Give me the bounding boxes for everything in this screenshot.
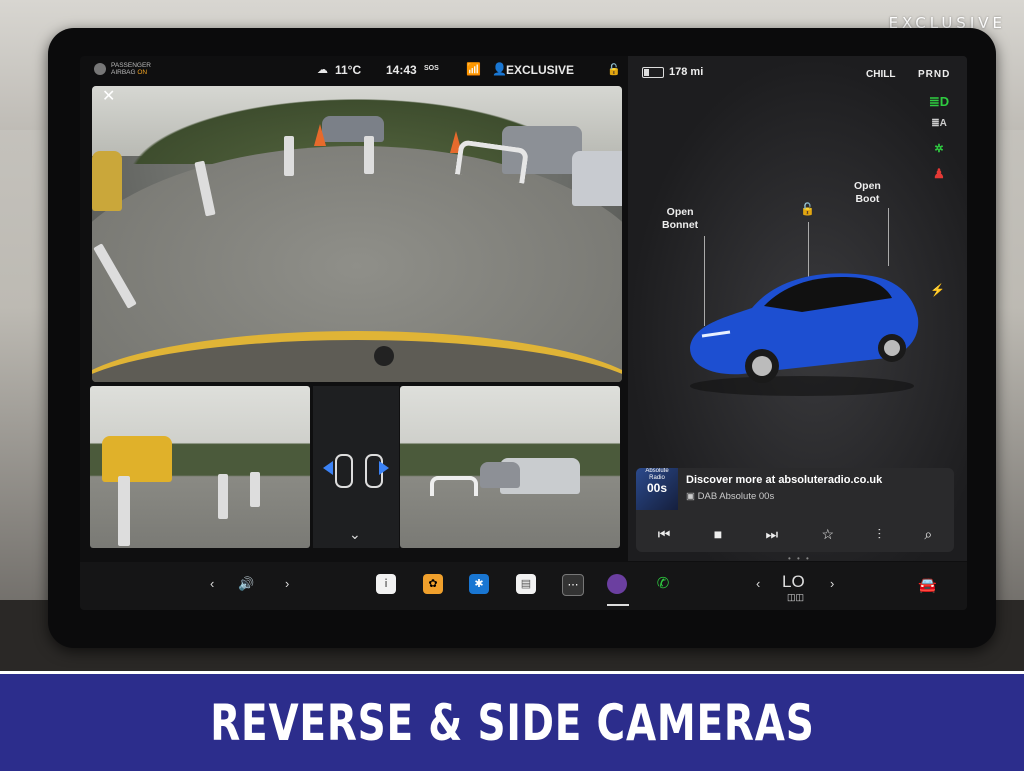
- sos-indicator[interactable]: SOS: [424, 65, 439, 72]
- rear-camera-view: [92, 86, 622, 382]
- battery-range[interactable]: 178 mi: [642, 66, 703, 78]
- volume-icon[interactable]: 🔊: [238, 576, 254, 592]
- driver-profile[interactable]: EXCLUSIVE: [506, 63, 574, 77]
- bollard: [364, 136, 374, 174]
- vehicle-3d-model: [690, 273, 919, 396]
- seatbelt-warning-icon: ♟: [933, 166, 945, 181]
- wifi-icon: 📶: [466, 62, 481, 76]
- more-apps-icon[interactable]: ⋯: [562, 574, 584, 596]
- right-side-camera-view: [400, 386, 620, 548]
- camera-app-icon[interactable]: [607, 574, 627, 594]
- charge-port-lock-icon[interactable]: 🔓: [800, 202, 815, 216]
- bollard: [218, 474, 228, 519]
- airbag-state: ON: [137, 69, 148, 76]
- clock-time: 14:43: [386, 63, 417, 77]
- outside-temperature: 11°C: [335, 63, 362, 77]
- climate-right-chevron-icon[interactable]: ›: [830, 576, 834, 591]
- battery-icon: [642, 66, 664, 78]
- car-outline-icon: [335, 454, 353, 488]
- drive-mode: CHILL: [866, 69, 896, 80]
- profile-icon: 👤: [492, 62, 507, 76]
- open-boot-button[interactable]: Open Boot: [854, 180, 881, 206]
- chevron-right-icon[interactable]: ›: [285, 576, 289, 591]
- stop-icon[interactable]: ■: [714, 526, 722, 542]
- media-controls: ⏮ ■ ⏭ ☆ ⫶ ⌕: [636, 520, 954, 548]
- previous-track-icon[interactable]: ⏮: [658, 526, 671, 543]
- lock-icon[interactable]: 🔓: [607, 63, 621, 76]
- parked-van: [92, 151, 122, 211]
- climate-temperature[interactable]: LO: [782, 572, 805, 592]
- headlight-on-icon: ≣D: [928, 94, 950, 109]
- manual-app-icon[interactable]: ⅰ: [376, 574, 396, 594]
- camera-selector-panel: ⌄: [313, 386, 399, 548]
- status-bar: PASSENGER AIRBAG ON ☁ 11°C 14:43 SOS 📶 👤…: [80, 56, 621, 84]
- camera-lens: [374, 346, 394, 366]
- phone-icon[interactable]: ✆: [653, 574, 673, 594]
- parked-car: [572, 151, 622, 206]
- banner-text: REVERSE & SIDE CAMERAS: [209, 693, 815, 752]
- parked-van: [102, 436, 172, 482]
- left-side-camera-view: [90, 386, 310, 548]
- favorite-star-icon[interactable]: ☆: [822, 526, 835, 543]
- media-station: DAB Absolute 00s: [697, 491, 775, 502]
- bollard: [118, 476, 130, 546]
- chevron-left-icon[interactable]: ‹: [210, 576, 214, 591]
- parked-car: [480, 462, 520, 488]
- left-camera-arrow-icon: [323, 461, 333, 475]
- touchscreen: PASSENGER AIRBAG ON ☁ 11°C 14:43 SOS 📶 👤…: [80, 56, 967, 610]
- bluetooth-icon[interactable]: ✱: [469, 574, 489, 594]
- airbag-line2: AIRBAG: [111, 69, 136, 76]
- bollard: [284, 136, 294, 176]
- close-camera-icon[interactable]: ✕: [102, 86, 115, 106]
- airbag-line1: PASSENGER: [111, 62, 151, 69]
- charge-port-icon[interactable]: ⚡: [930, 283, 945, 297]
- title-banner: REVERSE & SIDE CAMERAS: [0, 671, 1024, 771]
- vehicle-panel: 178 mi CHILL PRND ≣D ≣A ✲ ♟ Open Bonnet …: [628, 56, 967, 563]
- search-icon[interactable]: ⌕: [924, 526, 932, 543]
- weather-icon: ☁: [317, 64, 328, 76]
- gear-indicator: PRND: [918, 69, 951, 80]
- open-bonnet-button[interactable]: Open Bonnet: [662, 206, 698, 232]
- album-art: Absolute Radio 00s: [636, 468, 678, 510]
- fog-light-icon: ✲: [934, 143, 944, 155]
- seat-heater-icon[interactable]: ◫◫: [787, 592, 804, 603]
- equalizer-icon[interactable]: ⫶: [878, 526, 882, 543]
- car-controls-icon[interactable]: 🚘: [918, 576, 937, 594]
- right-camera-arrow-icon: [379, 461, 389, 475]
- next-track-icon[interactable]: ⏭: [766, 526, 779, 543]
- radio-icon: ▣: [686, 491, 698, 502]
- active-app-indicator: [607, 604, 629, 606]
- traffic-cone: [314, 124, 326, 146]
- taskbar: ‹ 🔊 › ⅰ ✿ ✱ ▤ ⋯ ✆ ‹ LO › ◫◫ 🚘: [80, 562, 967, 610]
- calendar-app-icon[interactable]: ▤: [516, 574, 536, 594]
- parked-car: [322, 116, 384, 142]
- passenger-airbag-status: PASSENGER AIRBAG ON: [94, 62, 151, 76]
- toybox-app-icon[interactable]: ✿: [423, 574, 443, 594]
- auto-highbeam-icon: ≣A: [931, 118, 947, 129]
- climate-left-chevron-icon[interactable]: ‹: [756, 576, 760, 591]
- media-player: Absolute Radio 00s Discover more at abso…: [636, 468, 954, 552]
- media-title: Discover more at absoluteradio.co.uk: [686, 474, 883, 486]
- range-value: 178 mi: [669, 66, 704, 78]
- airbag-icon: [94, 63, 106, 75]
- bollard: [250, 472, 260, 507]
- chevron-down-icon[interactable]: ⌄: [349, 526, 361, 543]
- parking-barrier: [430, 476, 478, 496]
